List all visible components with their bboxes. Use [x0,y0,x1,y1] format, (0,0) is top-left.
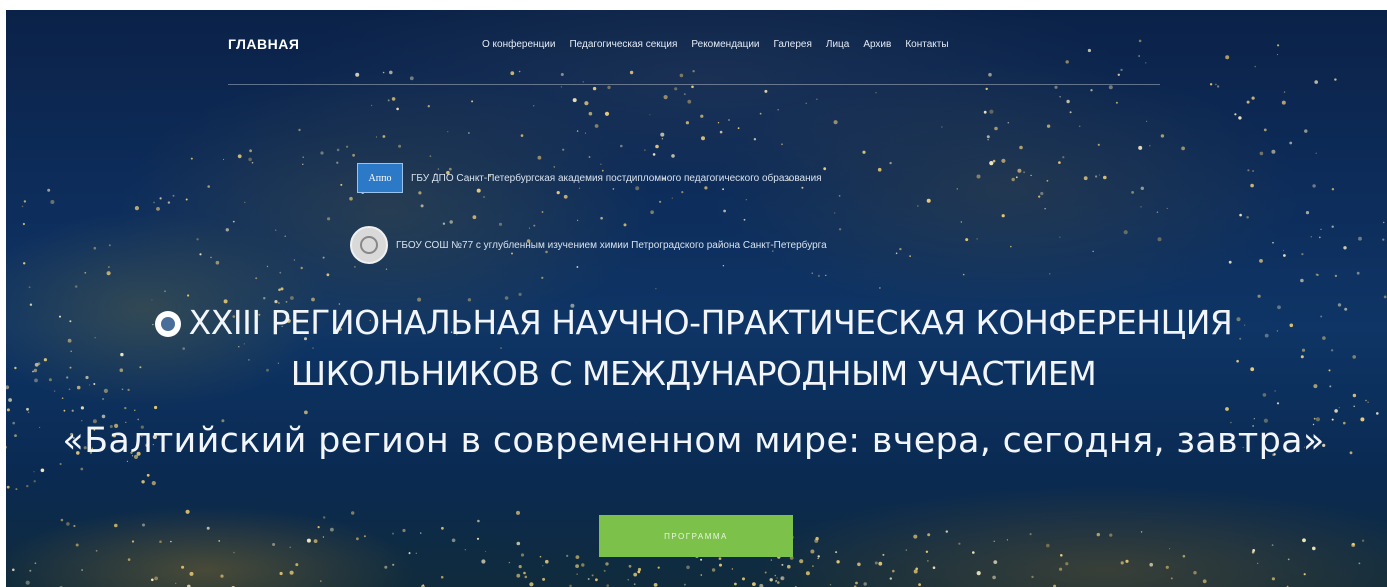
organization-school-77[interactable]: ГБОУ СОШ №77 с углубленным изучением хим… [350,226,827,264]
nav-item-gallery[interactable]: Галерея [774,39,812,50]
hero-banner [6,10,1387,587]
top-navigation: ГЛАВНАЯ О конференции Педагогическая сек… [228,36,1160,66]
title-line1-text: XXIII РЕГИОНАЛЬНАЯ НАУЧНО-ПРАКТИЧЕСКАЯ К… [188,303,1233,342]
nav-item-faces[interactable]: Лица [826,39,849,50]
nav-menu: О конференции Педагогическая секция Реко… [482,39,949,50]
organization-name: ГБОУ СОШ №77 с углубленным изучением хим… [396,239,827,251]
organization-appo[interactable]: Аппо ГБУ ДПО Санкт-Петербургская академи… [357,163,822,193]
nav-item-archive[interactable]: Архив [863,39,891,50]
nav-item-about[interactable]: О конференции [482,39,555,50]
conference-title-line1: XXIII РЕГИОНАЛЬНАЯ НАУЧНО-ПРАКТИЧЕСКАЯ К… [0,303,1387,343]
program-button[interactable]: ПРОГРАММА [599,515,793,557]
school-emblem-icon [350,226,388,264]
night-lights-background [6,39,1387,587]
nav-item-pedagogical-section[interactable]: Педагогическая секция [569,39,677,50]
conference-subtitle: «Балтийский регион в современном мире: в… [62,421,1325,461]
nav-home-link[interactable]: ГЛАВНАЯ [228,36,299,52]
nav-item-recommendations[interactable]: Рекомендации [691,39,759,50]
organization-name: ГБУ ДПО Санкт-Петербургская академия пос… [411,172,822,184]
appo-logo-text: Аппо [368,172,392,184]
appo-logo-icon: Аппо [357,163,403,193]
nav-divider [228,84,1160,85]
nav-item-contacts[interactable]: Контакты [905,39,948,50]
conference-logo-icon [154,311,181,337]
conference-title-line2: ШКОЛЬНИКОВ С МЕЖДУНАРОДНЫМ УЧАСТИЕМ [290,354,1097,393]
